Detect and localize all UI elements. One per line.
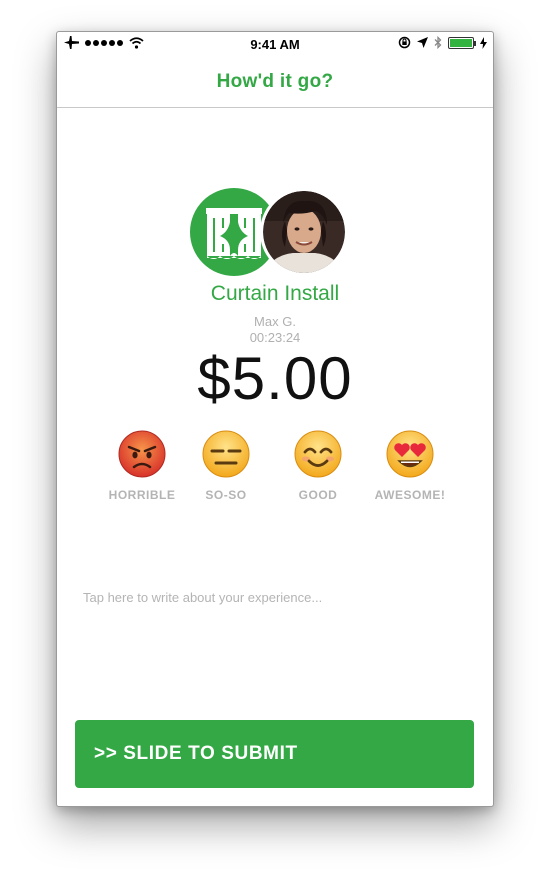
- heart-eyes-face-icon: [386, 430, 434, 478]
- smiling-face-icon: [294, 430, 342, 478]
- job-duration: 00:23:24: [249, 330, 301, 345]
- nav-bar: How'd it go?: [57, 56, 493, 108]
- status-right: [398, 36, 487, 49]
- rating-options: HORRIBLE SO-SO GOOD AWESOME!: [97, 430, 457, 510]
- bluetooth-icon: [434, 36, 442, 49]
- job-price: $5.00: [197, 345, 353, 412]
- expressionless-face-icon: [202, 430, 250, 478]
- rating-label: GOOD: [298, 488, 338, 502]
- rating-option-horrible[interactable]: HORRIBLE: [97, 430, 187, 502]
- page-title: How'd it go?: [216, 70, 334, 92]
- rating-option-awesome[interactable]: AWESOME!: [365, 430, 455, 502]
- battery-icon: [448, 36, 476, 49]
- charging-bolt-icon: [480, 36, 487, 49]
- submit-label: >> SLIDE TO SUBMIT: [94, 743, 298, 764]
- rating-option-so-so[interactable]: SO-SO: [181, 430, 271, 502]
- slide-to-submit-button[interactable]: >> SLIDE TO SUBMIT: [75, 720, 474, 788]
- location-arrow-icon: [417, 37, 428, 48]
- experience-comment-input[interactable]: [81, 586, 465, 608]
- provider-avatar: [260, 188, 348, 276]
- phone-screen: 9:41 AM How'd it go? Curtain Install Max…: [56, 31, 494, 807]
- rotation-lock-icon: [398, 36, 411, 49]
- job-avatars: [190, 188, 350, 278]
- rating-option-good[interactable]: GOOD: [273, 430, 363, 502]
- rating-label: HORRIBLE: [108, 488, 176, 502]
- rating-label: AWESOME!: [374, 488, 446, 502]
- angry-face-icon: [118, 430, 166, 478]
- status-bar: 9:41 AM: [57, 32, 493, 56]
- rating-label: SO-SO: [205, 488, 247, 502]
- service-name: Curtain Install: [210, 282, 340, 305]
- provider-name: Max G.: [254, 314, 296, 329]
